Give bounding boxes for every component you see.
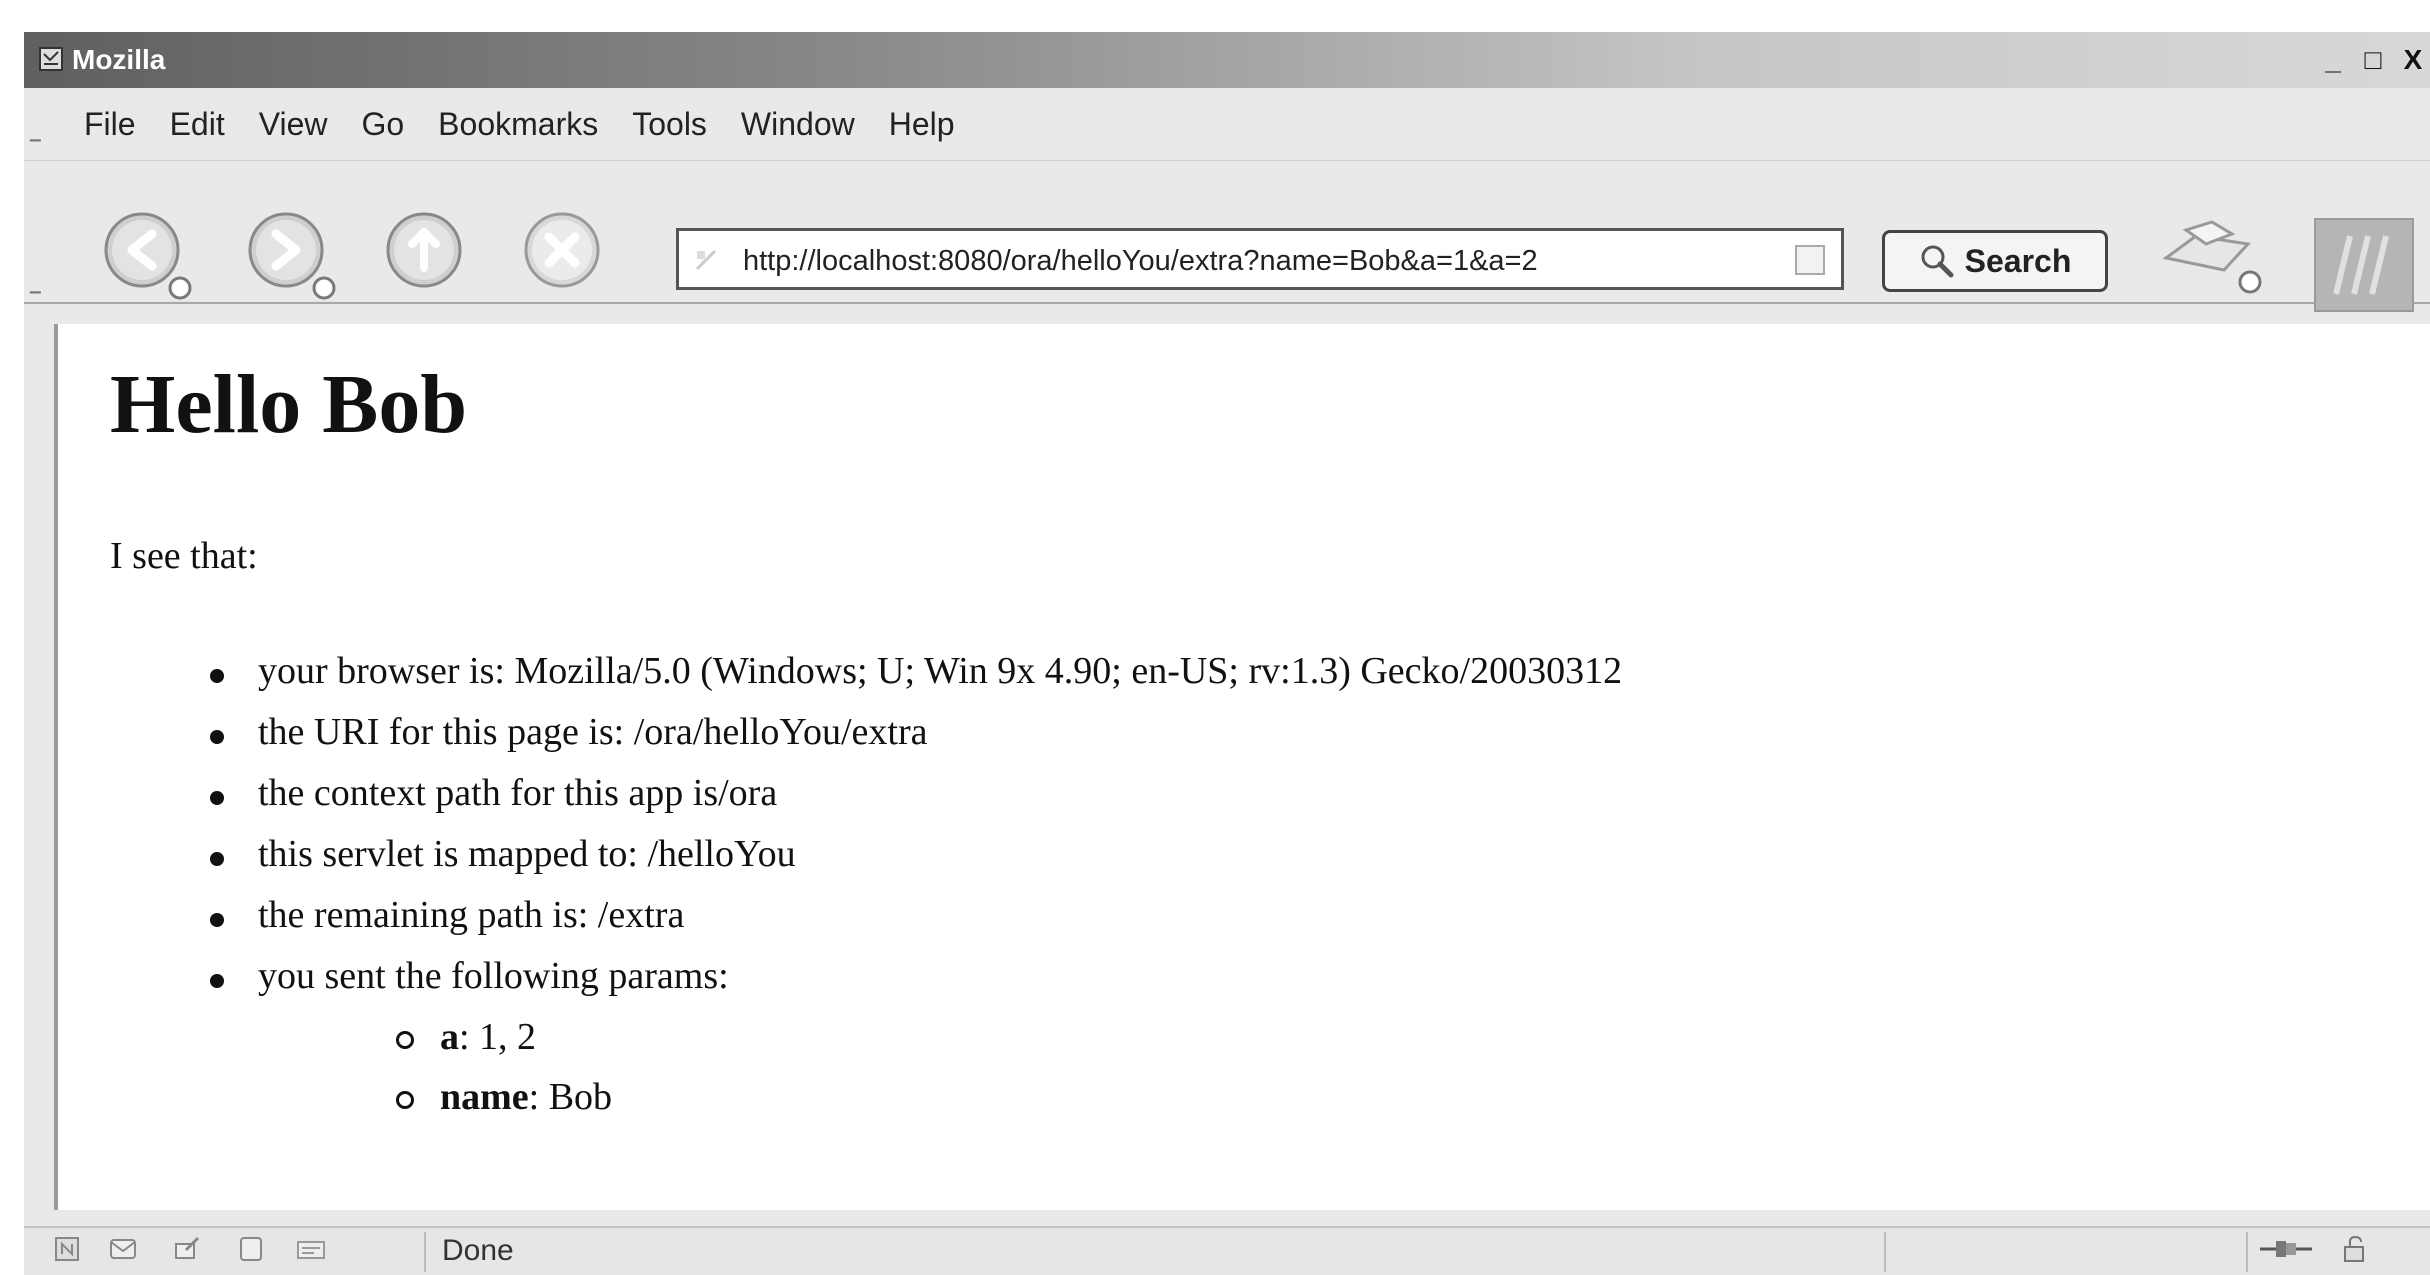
param-name: a (440, 1016, 459, 1058)
window-title: Mozilla (72, 44, 166, 75)
back-button[interactable] (102, 210, 192, 300)
list-item: this servlet is mapped to: /helloYou (168, 827, 1622, 888)
forward-icon (248, 212, 336, 300)
menu-bookmarks[interactable]: Bookmarks (438, 106, 598, 143)
list-item: the context path for this app is/ora (168, 766, 1622, 827)
list-item: the remaining path is: /extra (168, 888, 1622, 949)
list-item: your browser is: Mozilla/5.0 (Windows; U… (168, 644, 1622, 705)
list-item-text: the URI for this page is: /ora/helloYou/… (258, 711, 928, 753)
menu-edit[interactable]: Edit (170, 106, 225, 143)
list-item-text: the remaining path is: /extra (258, 894, 685, 936)
status-bar: Done (24, 1226, 2430, 1275)
params-sublist: a: 1, 2 name: Bob (258, 1007, 1622, 1127)
status-divider (1884, 1232, 1886, 1272)
menu-go[interactable]: Go (361, 106, 404, 143)
menu-window[interactable]: Window (741, 106, 855, 143)
toolbar-grip-icon[interactable]: ▁ (30, 126, 41, 140)
stop-button[interactable] (522, 210, 612, 300)
search-button[interactable]: Search (1882, 230, 2108, 292)
param-name: name (440, 1076, 529, 1118)
back-icon (104, 212, 192, 300)
menu-view[interactable]: View (259, 106, 328, 143)
online-icon[interactable] (2256, 1234, 2316, 1264)
status-divider (424, 1232, 426, 1272)
url-input[interactable] (743, 241, 1743, 281)
url-history-dropdown[interactable] (1795, 245, 1825, 275)
close-button[interactable]: X (2396, 42, 2430, 78)
reload-icon (386, 212, 462, 288)
forward-button[interactable] (246, 210, 336, 300)
menu-bar: ▁ File Edit View Go Bookmarks Tools Wind… (24, 88, 2430, 161)
intro-text: I see that: (110, 535, 258, 577)
toolbar-grip-icon[interactable]: ▁ (30, 278, 41, 292)
search-icon (1921, 245, 1954, 278)
stop-icon (524, 212, 600, 288)
page-icon (695, 249, 717, 271)
info-list: your browser is: Mozilla/5.0 (Windows; U… (168, 644, 1622, 1127)
navigation-toolbar: ▁ http://localhost:8080/ora/helloYou/ext… (24, 160, 2430, 312)
page-heading: Hello Bob (110, 358, 468, 451)
list-item-text: you sent the following params: (258, 955, 729, 997)
security-lock-icon[interactable] (2340, 1234, 2370, 1264)
param-value: : 1, 2 (459, 1016, 537, 1058)
param-value: : Bob (528, 1076, 613, 1118)
list-item-text: your browser is: Mozilla/5.0 (Windows; U… (258, 650, 1623, 692)
mozilla-throbber-icon[interactable] (2314, 218, 2414, 312)
maximize-button[interactable]: □ (2356, 42, 2390, 78)
status-divider (2246, 1232, 2248, 1272)
url-bar[interactable] (676, 228, 1844, 290)
menu-tools[interactable]: Tools (632, 106, 707, 143)
page-content: Hello Bob I see that: your browser is: M… (54, 324, 2430, 1210)
search-label: Search (1964, 242, 2072, 279)
list-item-text: the context path for this app is/ora (258, 772, 778, 814)
navigator-icon[interactable] (52, 1234, 82, 1264)
composer-icon[interactable] (172, 1234, 202, 1264)
mail-icon[interactable] (108, 1234, 138, 1264)
menu-file[interactable]: File (84, 106, 136, 143)
list-item: the URI for this page is: /ora/helloYou/… (168, 705, 1622, 766)
addressbook-icon[interactable] (236, 1234, 266, 1264)
mozilla-app-icon (39, 47, 63, 71)
title-bar[interactable]: Mozilla _ □ X (24, 32, 2430, 88)
status-text: Done (442, 1234, 514, 1267)
menu-help[interactable]: Help (889, 106, 955, 143)
minimize-button[interactable]: _ (2316, 42, 2350, 78)
print-icon[interactable] (2156, 218, 2272, 298)
irc-icon[interactable] (296, 1234, 326, 1264)
list-item-text: this servlet is mapped to: /helloYou (258, 833, 796, 875)
param-item: name: Bob (258, 1067, 1622, 1127)
browser-window: Mozilla _ □ X ▁ File Edit View Go Bookma… (24, 32, 2430, 1273)
list-item: you sent the following params: a: 1, 2 n… (168, 949, 1622, 1127)
param-item: a: 1, 2 (258, 1007, 1622, 1067)
reload-button[interactable] (384, 210, 474, 300)
